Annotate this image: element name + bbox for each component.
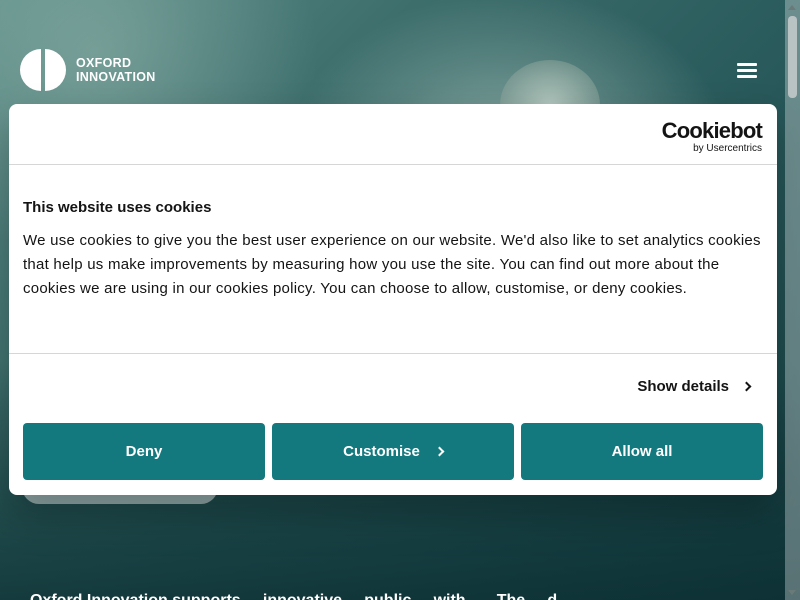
cookiebot-subtitle: by Usercentrics: [693, 143, 762, 154]
dialog-body: This website uses cookies We use cookies…: [9, 165, 777, 354]
oxford-innovation-logo-icon: [20, 48, 66, 92]
chevron-right-icon: [741, 381, 752, 392]
consent-buttons: Deny Customise Allow all: [23, 423, 763, 480]
dialog-title: This website uses cookies: [23, 199, 212, 216]
show-details-link[interactable]: Show details: [637, 378, 752, 395]
hero-intro-text: Oxford Innovation supports ... innovativ…: [30, 592, 557, 600]
cookiebot-logo[interactable]: Cookiebot by Usercentrics: [661, 118, 763, 155]
customise-button[interactable]: Customise: [272, 423, 514, 480]
scroll-down-arrow-icon[interactable]: [788, 590, 796, 595]
cookiebot-name: Cookiebot: [661, 118, 763, 143]
scrollbar-thumb[interactable]: [788, 16, 797, 98]
site-logo[interactable]: OXFORD INNOVATION: [20, 48, 156, 92]
allow-all-button[interactable]: Allow all: [521, 423, 763, 480]
logo-text: OXFORD INNOVATION: [76, 56, 156, 84]
allow-all-button-label: Allow all: [611, 443, 673, 460]
customise-button-label: Customise: [343, 443, 420, 460]
deny-button-label: Deny: [125, 443, 163, 460]
page-scrollbar[interactable]: [785, 0, 800, 600]
dialog-header: Cookiebot by Usercentrics: [9, 104, 777, 165]
dialog-description: We use cookies to give you the best user…: [23, 232, 761, 297]
hamburger-menu-icon[interactable]: [737, 63, 759, 79]
logo-line-2: INNOVATION: [76, 70, 156, 84]
deny-button[interactable]: Deny: [23, 423, 265, 480]
chevron-right-icon: [434, 446, 445, 457]
show-details-label: Show details: [637, 378, 729, 395]
cookie-consent-dialog: Cookiebot by Usercentrics This website u…: [9, 104, 777, 495]
scroll-up-arrow-icon[interactable]: [788, 5, 796, 10]
logo-line-1: OXFORD: [76, 56, 132, 70]
